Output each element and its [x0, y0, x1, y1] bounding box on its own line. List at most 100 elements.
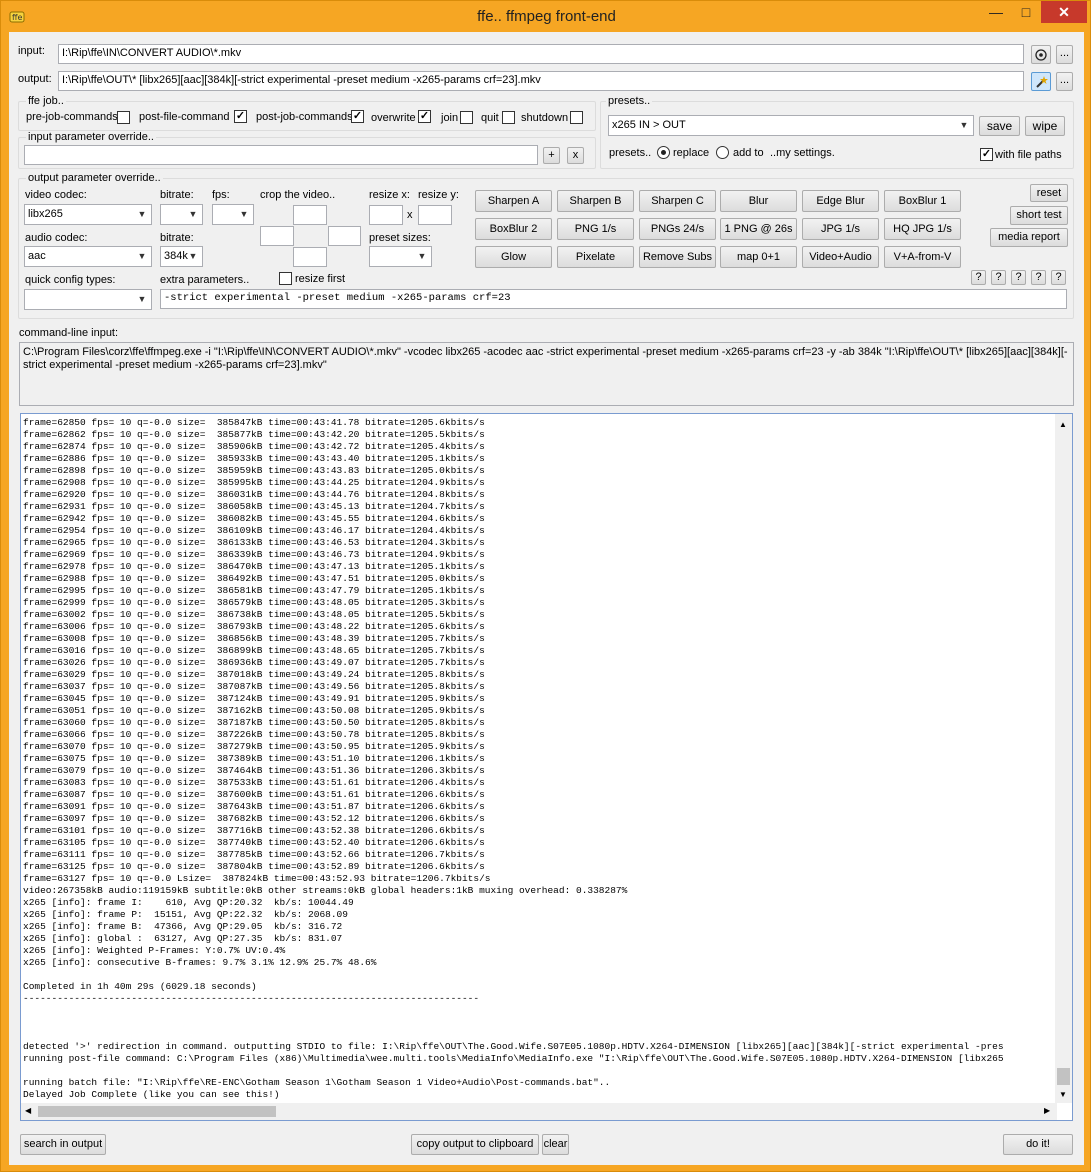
filter-button-video-audio[interactable]: Video+Audio [802, 246, 879, 268]
remove-override-button[interactable]: x [567, 147, 584, 164]
resize-first-label: resize first [295, 273, 346, 285]
filter-button-glow[interactable]: Glow [475, 246, 552, 268]
resize-y-field[interactable] [418, 205, 452, 225]
short-test-button[interactable]: short test [1010, 206, 1068, 225]
filter-button-sharpen-b[interactable]: Sharpen B [557, 190, 634, 212]
vertical-scroll-thumb[interactable] [1057, 1068, 1070, 1085]
scroll-right-icon[interactable]: ▶ [1044, 1106, 1050, 1115]
help-button-2[interactable]: ? [991, 270, 1006, 285]
vertical-scrollbar[interactable]: ▲ ▼ [1055, 414, 1072, 1103]
overwrite-checkbox[interactable]: ✓ [418, 110, 431, 123]
filter-button-sharpen-a[interactable]: Sharpen A [475, 190, 552, 212]
pre-job-commands-checkbox[interactable] [117, 111, 130, 124]
minimize-button[interactable]: — [981, 1, 1011, 23]
crop-label: crop the video.. [260, 189, 336, 201]
help-button-5[interactable]: ? [1051, 270, 1066, 285]
filter-button-hq-jpg-1-s[interactable]: HQ JPG 1/s [884, 218, 961, 240]
close-button[interactable]: ✕ [1041, 1, 1087, 23]
filter-button-sharpen-c[interactable]: Sharpen C [639, 190, 716, 212]
filter-button-blur[interactable]: Blur [720, 190, 797, 212]
filter-button-pngs-24-s[interactable]: PNGs 24/s [639, 218, 716, 240]
fps-select[interactable]: ▼ [212, 204, 254, 225]
help-button-3[interactable]: ? [1011, 270, 1026, 285]
resize-x-field[interactable] [369, 205, 403, 225]
audio-bitrate-select[interactable]: 384k ▼ [160, 246, 203, 267]
window-title: ffe.. ffmpeg front-end [477, 8, 616, 25]
shutdown-label: shutdown [521, 112, 569, 124]
extra-parameters-field[interactable]: -strict experimental -preset medium -x26… [160, 289, 1067, 309]
with-file-paths-checkbox[interactable]: ✓ [980, 148, 993, 161]
resize-x-separator: x [407, 209, 413, 221]
crop-bottom-field[interactable] [293, 247, 327, 267]
crop-top-field[interactable] [293, 205, 327, 225]
reset-button[interactable]: reset [1030, 184, 1068, 202]
chevron-down-icon: ▼ [137, 294, 147, 304]
filter-button-pixelate[interactable]: Pixelate [557, 246, 634, 268]
input-path-field[interactable]: I:\Rip\ffe\IN\CONVERT AUDIO\*.mkv [58, 44, 1024, 64]
title-bar[interactable]: ffe ffe.. ffmpeg front-end — □ ✕ [1, 1, 1091, 33]
input-override-label: input parameter override.. [26, 131, 156, 143]
filter-button-edge-blur[interactable]: Edge Blur [802, 190, 879, 212]
do-it-button[interactable]: do it! [1003, 1134, 1073, 1155]
input-browse-button[interactable]: ... [1056, 45, 1073, 64]
crop-right-field[interactable] [328, 226, 361, 246]
filter-button-boxblur-1[interactable]: BoxBlur 1 [884, 190, 961, 212]
my-settings-label[interactable]: ..my settings. [770, 147, 835, 159]
media-report-button[interactable]: media report [990, 228, 1068, 247]
quick-config-select[interactable]: ▼ [24, 289, 152, 310]
resize-first-checkbox[interactable] [279, 272, 292, 285]
scroll-up-icon[interactable]: ▲ [1059, 420, 1067, 429]
chevron-down-icon: ▼ [959, 120, 969, 130]
filter-button-1-png-26s[interactable]: 1 PNG @ 26s [720, 218, 797, 240]
filter-button-map-0-1[interactable]: map 0+1 [720, 246, 797, 268]
post-job-commands-label: post-job-commands [256, 111, 353, 123]
preset-sizes-select[interactable]: ▼ [369, 246, 432, 267]
filter-button-boxblur-2[interactable]: BoxBlur 2 [475, 218, 552, 240]
input-override-field[interactable] [24, 145, 538, 165]
filter-button-v-a-from-v[interactable]: V+A-from-V [884, 246, 961, 268]
output-wand-button[interactable] [1031, 72, 1051, 91]
presets-mode-label: presets.. [609, 147, 652, 159]
with-file-paths-label: with file paths [995, 149, 1062, 161]
chevron-down-icon: ▼ [188, 251, 198, 261]
scroll-down-icon[interactable]: ▼ [1059, 1090, 1067, 1099]
quit-checkbox[interactable] [502, 111, 515, 124]
output-log-text: frame=62850 fps= 10 q=-0.0 size= 385847k… [23, 417, 1004, 1100]
join-checkbox[interactable] [460, 111, 473, 124]
help-button-4[interactable]: ? [1031, 270, 1046, 285]
post-job-commands-checkbox[interactable]: ✓ [351, 110, 364, 123]
output-path-field[interactable]: I:\Rip\ffe\OUT\* [libx265][aac][384k][-s… [58, 71, 1024, 91]
video-bitrate-select[interactable]: ▼ [160, 204, 203, 225]
help-button-1[interactable]: ? [971, 270, 986, 285]
output-browse-button[interactable]: ... [1056, 72, 1073, 91]
save-preset-button[interactable]: save [979, 116, 1020, 136]
horizontal-scrollbar[interactable]: ◀ ▶ [21, 1103, 1057, 1120]
preset-selected-value: x265 IN > OUT [612, 119, 686, 131]
audio-codec-select[interactable]: aac ▼ [24, 246, 152, 267]
filter-button-png-1-s[interactable]: PNG 1/s [557, 218, 634, 240]
clear-output-button[interactable]: clear [542, 1134, 569, 1155]
replace-radio[interactable] [657, 146, 670, 159]
filter-button-remove-subs[interactable]: Remove Subs [639, 246, 716, 268]
search-in-output-button[interactable]: search in output [20, 1134, 106, 1155]
ffe-job-label: ffe job.. [26, 95, 66, 107]
crop-left-field[interactable] [260, 226, 294, 246]
add-override-button[interactable]: + [543, 147, 560, 164]
chevron-down-icon: ▼ [137, 251, 147, 261]
shutdown-checkbox[interactable] [570, 111, 583, 124]
preset-select[interactable]: x265 IN > OUT ▼ [608, 115, 974, 136]
post-file-command-checkbox[interactable]: ✓ [234, 110, 247, 123]
copy-output-button[interactable]: copy output to clipboard [411, 1134, 539, 1155]
add-to-radio[interactable] [716, 146, 729, 159]
cmdline-label: command-line input: [19, 327, 119, 339]
horizontal-scroll-thumb[interactable] [38, 1106, 276, 1117]
video-bitrate-label: bitrate: [160, 189, 194, 201]
video-codec-select[interactable]: libx265 ▼ [24, 204, 152, 225]
input-target-button[interactable] [1031, 45, 1051, 64]
scroll-left-icon[interactable]: ◀ [25, 1106, 31, 1115]
maximize-button[interactable]: □ [1011, 1, 1041, 23]
filter-button-jpg-1-s[interactable]: JPG 1/s [802, 218, 879, 240]
cmdline-input[interactable]: C:\Program Files\corz\ffe\ffmpeg.exe -i … [19, 342, 1074, 406]
wipe-preset-button[interactable]: wipe [1025, 116, 1065, 136]
output-log-panel[interactable]: frame=62850 fps= 10 q=-0.0 size= 385847k… [20, 413, 1073, 1121]
